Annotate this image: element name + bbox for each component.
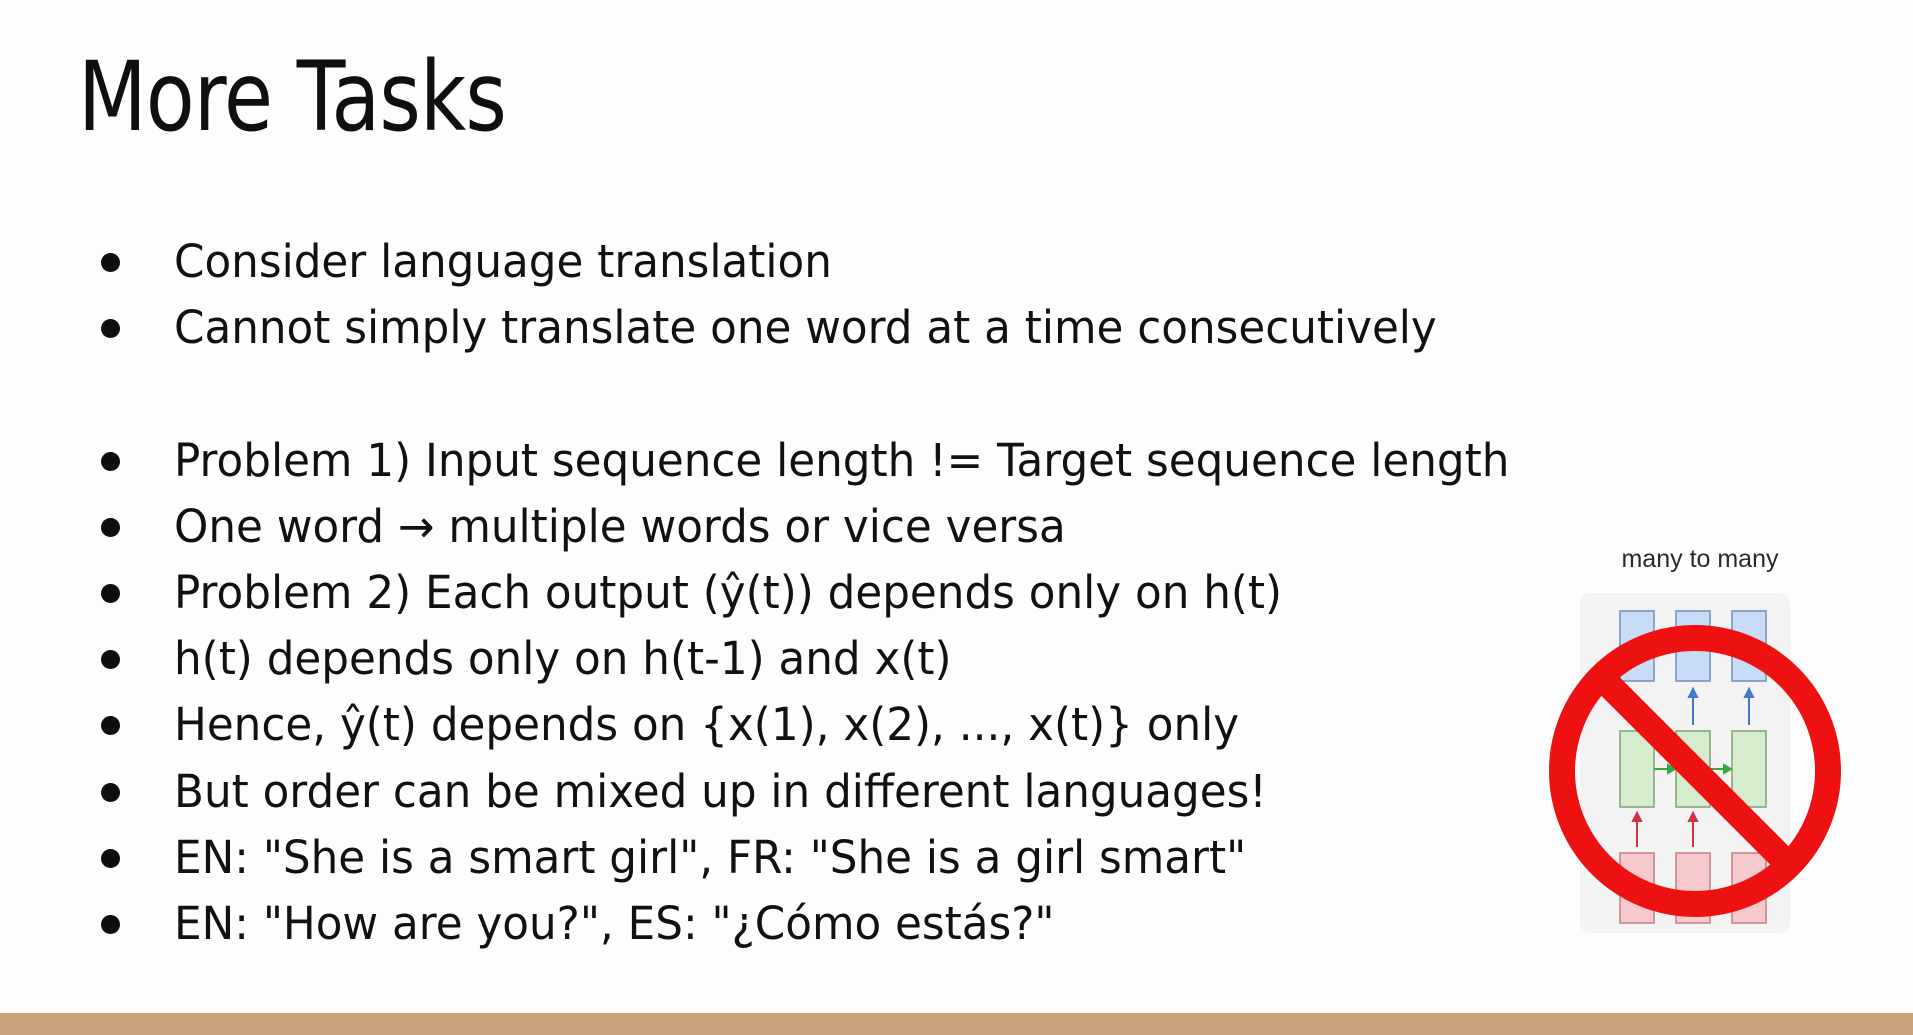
bullet-dot-icon [101,319,120,338]
figure-caption: many to many [1621,545,1779,573]
bullet-dot-icon [101,849,120,868]
bullet-dot-icon [101,650,120,669]
bullet-text: EN: "How are you?", ES: "¿Cómo estás?" [174,897,1055,950]
bullet-dot-icon [101,783,120,802]
bullet-dot-icon [101,915,120,934]
bullet-text: Hence, ŷ(t) depends on {x(1), x(2), ...,… [174,698,1240,751]
bullet-text: One word → multiple words or vice versa [174,500,1066,553]
bullet-text: h(t) depends only on h(t-1) and x(t) [174,632,952,685]
bullet-text: Consider language translation [174,235,832,288]
bullet-item: One word → multiple words or vice versa [0,494,1560,560]
bullet-item: But order can be mixed up in different l… [0,759,1560,825]
bullet-dot-icon [101,716,120,735]
bullet-item: EN: "How are you?", ES: "¿Cómo estás?" [0,891,1560,957]
slide-title: More Tasks [78,41,507,153]
bullet-dot-icon [101,584,120,603]
bullet-item: Consider language translation [0,229,1560,295]
bullet-text: But order can be mixed up in different l… [174,765,1267,818]
bullet-item: Problem 2) Each output (ŷ(t)) depends on… [0,560,1560,626]
bullet-text: Problem 2) Each output (ŷ(t)) depends on… [174,566,1283,619]
footer-bar [0,1013,1913,1035]
bullet-dot-icon [101,253,120,272]
bullet-dot-icon [101,518,120,537]
rnn-diagram [1549,593,1841,933]
bullet-text: Problem 1) Input sequence length != Targ… [174,434,1510,487]
bullet-item: h(t) depends only on h(t-1) and x(t) [0,626,1560,692]
bullet-text: EN: "She is a smart girl", FR: "She is a… [174,831,1247,884]
many-to-many-figure: many to many [1540,545,1860,945]
bullet-item: Problem 1) Input sequence length != Targ… [0,428,1560,494]
bullet-item: Hence, ŷ(t) depends on {x(1), x(2), ...,… [0,692,1560,758]
bullet-item: EN: "She is a smart girl", FR: "She is a… [0,825,1560,891]
slide: More Tasks Consider language translation… [0,0,1913,1035]
bullet-dot-icon [101,452,120,471]
bullet-text: Cannot simply translate one word at a ti… [174,301,1437,354]
bullet-item: Cannot simply translate one word at a ti… [0,295,1560,361]
